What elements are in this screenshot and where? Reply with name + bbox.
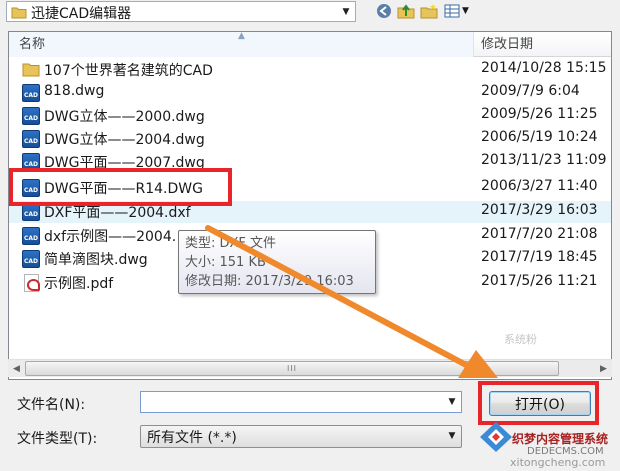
watermark-logo-icon [478,420,514,454]
arrow-annotation [205,225,498,378]
watermark-text: 织梦内容管理系统 [512,432,609,446]
watermark-text: 系统粉 [504,333,537,346]
watermark-text: xitongcheng.com [510,456,606,469]
